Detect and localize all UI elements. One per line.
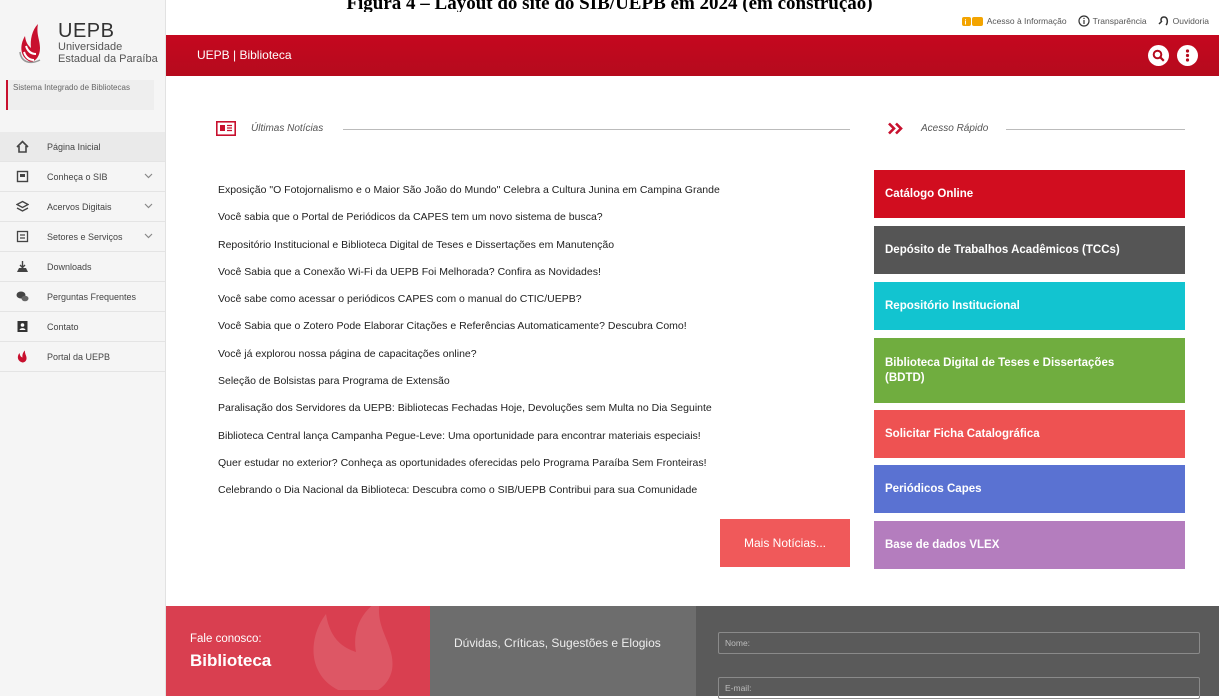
utility-links: i Acesso à Informação Transparência Ouvi… [956, 14, 1209, 28]
uepb-flame-logo-icon [19, 24, 41, 64]
sidebar-item-label: Contato [47, 322, 79, 332]
quick-access-label: Base de dados VLEX [885, 538, 1000, 551]
news-link[interactable]: Biblioteca Central lança Campanha Pegue-… [218, 426, 838, 453]
quick-access-label: Depósito de Trabalhos Acadêmicos (TCCs) [885, 243, 1120, 256]
acesso-informacao-icon: i [961, 16, 983, 26]
quick-access-label: Periódicos Capes [885, 482, 982, 495]
list-icon [16, 230, 29, 243]
logo-subtitle: Universidade Estadual da Paraíba [58, 41, 158, 65]
news-link[interactable]: Você já explorou nossa página de capacit… [218, 344, 838, 371]
quick-access-label: Repositório Institucional [885, 299, 1020, 312]
sidebar: UEPB Universidade Estadual da Paraíba Si… [0, 0, 166, 696]
news-link[interactable]: Celebrando o Dia Nacional da Biblioteca:… [218, 480, 838, 507]
newspaper-icon [216, 121, 236, 136]
news-link[interactable]: Quer estudar no exterior? Conheça as opo… [218, 453, 838, 480]
system-label[interactable]: Sistema Integrado de Bibliotecas [6, 80, 154, 110]
name-input[interactable] [718, 632, 1200, 654]
sidebar-item-label: Página Inicial [47, 142, 101, 152]
more-vertical-icon [1185, 49, 1190, 62]
double-chevron-right-icon [888, 122, 903, 135]
footer-contact-title: Biblioteca [190, 651, 272, 670]
figure-caption: Figura 4 – Layout do site do SIB/UEPB em… [346, 0, 873, 12]
logo-title: UEPB [58, 20, 115, 42]
logo-sub-line1: Universidade [58, 41, 123, 53]
sidebar-item-label: Conheça o SIB [47, 172, 108, 182]
deposito-tccs-button[interactable]: Depósito de Trabalhos Acadêmicos (TCCs) [874, 226, 1185, 274]
footer-contact-label: Fale conosco: [190, 633, 262, 645]
sidebar-nav: Página Inicial Conheça o SIB Acervos Dig… [0, 132, 165, 372]
sidebar-item-acervos-digitais[interactable]: Acervos Digitais [0, 192, 165, 222]
sidebar-item-label: Downloads [47, 262, 92, 272]
footer-feedback-text: Dúvidas, Críticas, Sugestões e Elogios [454, 636, 661, 650]
ouvidoria-label: Ouvidoria [1172, 16, 1209, 26]
news-link[interactable]: Exposição "O Fotojornalismo e o Maior Sã… [218, 180, 838, 207]
download-icon [17, 261, 28, 272]
chat-icon [16, 291, 29, 302]
header-title[interactable]: UEPB | Biblioteca [197, 48, 292, 62]
footer-contact-panel: Fale conosco: Biblioteca [166, 606, 430, 696]
acesso-informacao-label: Acesso à Informação [986, 16, 1067, 26]
uepb-watermark-icon [313, 606, 393, 690]
svg-text:i: i [964, 19, 966, 26]
transparencia-label: Transparência [1092, 16, 1147, 26]
footer-form-panel [696, 606, 1219, 699]
news-link[interactable]: Paralisação dos Servidores da UEPB: Bibl… [218, 398, 838, 425]
sidebar-item-conheca-sib[interactable]: Conheça o SIB [0, 162, 165, 192]
news-heading-label: Últimas Notícias [251, 123, 324, 134]
more-options-button[interactable] [1177, 45, 1198, 66]
news-link[interactable]: Você Sabia que o Zotero Pode Elaborar Ci… [218, 316, 838, 343]
news-link[interactable]: Você sabia que o Portal de Periódicos da… [218, 207, 838, 234]
book-icon [16, 170, 29, 183]
news-link[interactable]: Repositório Institucional e Biblioteca D… [218, 235, 838, 262]
search-button[interactable] [1148, 45, 1169, 66]
quick-access-label: Biblioteca Digital de Teses e Dissertaçõ… [885, 356, 1115, 384]
periodicos-capes-button[interactable]: Periódicos Capes [874, 465, 1185, 513]
quick-access-label: Solicitar Ficha Catalográfica [885, 427, 1040, 440]
catalogo-online-button[interactable]: Catálogo Online [874, 170, 1185, 218]
bdtd-button[interactable]: Biblioteca Digital de Teses e Dissertaçõ… [874, 338, 1185, 403]
sidebar-item-label: Perguntas Frequentes [47, 292, 137, 302]
info-circle-icon [1077, 15, 1090, 27]
news-list: Exposição "O Fotojornalismo e o Maior Sã… [218, 180, 838, 508]
more-news-button[interactable]: Mais Notícias... [720, 519, 850, 567]
news-link[interactable]: Você Sabia que a Conexão Wi-Fi da UEPB F… [218, 262, 838, 289]
repositorio-institucional-button[interactable]: Repositório Institucional [874, 282, 1185, 330]
news-link[interactable]: Seleção de Bolsistas para Programa de Ex… [218, 371, 838, 398]
sidebar-item-portal-uepb[interactable]: Portal da UEPB [0, 342, 165, 372]
chevron-down-icon[interactable] [144, 231, 153, 240]
layers-icon [16, 200, 29, 212]
sidebar-item-label: Setores e Serviços [47, 232, 123, 242]
uepb-flame-icon [17, 350, 27, 363]
footer: Fale conosco: Biblioteca Dúvidas, Crític… [166, 606, 1219, 699]
contact-icon [17, 321, 28, 332]
solicitar-ficha-button[interactable]: Solicitar Ficha Catalográfica [874, 410, 1185, 458]
logo-sub-line2: Estadual da Paraíba [58, 53, 158, 65]
top-header-bar: UEPB | Biblioteca [166, 35, 1219, 76]
home-icon [16, 140, 29, 153]
uepb-logo[interactable]: UEPB Universidade Estadual da Paraíba [18, 18, 168, 68]
acesso-informacao-link[interactable]: i Acesso à Informação [961, 16, 1067, 27]
sidebar-item-setores-servicos[interactable]: Setores e Serviços [0, 222, 165, 252]
quick-access-heading: Acesso Rápido [888, 122, 988, 135]
sidebar-item-label: Acervos Digitais [47, 202, 112, 212]
quick-access-label: Acesso Rápido [921, 123, 989, 134]
vlex-button[interactable]: Base de dados VLEX [874, 521, 1185, 569]
ouvidoria-ear-icon [1158, 16, 1168, 26]
sidebar-item-contato[interactable]: Contato [0, 312, 165, 342]
sidebar-item-label: Portal da UEPB [47, 352, 111, 362]
quick-access-divider [1006, 129, 1185, 130]
search-icon [1152, 49, 1165, 62]
news-heading: Últimas Notícias [216, 121, 323, 136]
sidebar-item-downloads[interactable]: Downloads [0, 252, 165, 282]
sidebar-item-perguntas-frequentes[interactable]: Perguntas Frequentes [0, 282, 165, 312]
sidebar-item-pagina-inicial[interactable]: Página Inicial [0, 132, 165, 162]
chevron-down-icon[interactable] [144, 171, 153, 180]
quick-access-label: Catálogo Online [885, 187, 974, 200]
transparencia-link[interactable]: Transparência [1077, 15, 1147, 27]
chevron-down-icon[interactable] [144, 201, 153, 210]
news-link[interactable]: Você sabe como acessar o periódicos CAPE… [218, 289, 838, 316]
ouvidoria-link[interactable]: Ouvidoria [1158, 15, 1209, 27]
news-heading-divider [343, 129, 850, 130]
footer-feedback-panel: Dúvidas, Críticas, Sugestões e Elogios [430, 606, 696, 696]
